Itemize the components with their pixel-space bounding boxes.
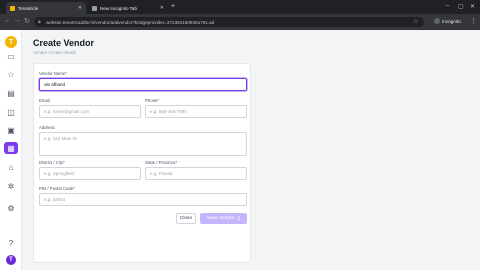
incognito-label: Incognito	[442, 18, 461, 24]
phone-field[interactable]: e.g. 555-456-7890	[145, 105, 247, 118]
incognito-icon	[434, 18, 440, 24]
address-bar[interactable]: 🔒︎ website.tenantcaddle.hi/vendor/addven…	[34, 17, 424, 27]
state-field[interactable]: e.g. Florida	[145, 167, 247, 180]
phone-label: Phone*	[145, 98, 160, 103]
vendor-name-label: Vendor Name*	[39, 71, 67, 76]
network-icon[interactable]: ✲	[4, 180, 18, 192]
state-label: State / Province*	[145, 160, 178, 165]
briefcase-icon[interactable]: ▣	[4, 124, 18, 136]
close-icon[interactable]: ✕	[78, 5, 82, 11]
new-tab-icon[interactable]: +	[171, 3, 175, 10]
inbox-icon[interactable]: ▭	[4, 50, 18, 62]
help-icon[interactable]: ?	[4, 237, 18, 249]
message-icon[interactable]: ◫	[4, 106, 18, 118]
address-field[interactable]: e.g. 123 Main St	[39, 132, 247, 156]
sidebar: T ▭ ☆ ▤ ◫ ▣ ▦ ⌂ ✲ ⚙ ? T	[0, 30, 22, 270]
app-page: T ▭ ☆ ▤ ◫ ▣ ▦ ⌂ ✲ ⚙ ? T Create Vendor Ve…	[0, 30, 480, 270]
postal-label: PIN / Postal Code*	[39, 186, 75, 191]
tab-label: New Incognito Tab	[100, 5, 137, 11]
vendor-name-input[interactable]: ole afhand	[39, 78, 247, 91]
incognito-badge[interactable]: Incognito	[434, 18, 461, 24]
close-icon[interactable]: ✕	[160, 5, 164, 11]
back-icon[interactable]: ←	[4, 17, 11, 24]
tab-favicon-icon	[10, 5, 15, 11]
tab-active[interactable]: Tenanticle ✕	[6, 2, 86, 14]
email-label: Email	[39, 98, 50, 103]
maximize-icon[interactable]: ▢	[458, 3, 464, 10]
save-icon: ▯	[237, 215, 241, 222]
city-label: District / City*	[39, 160, 65, 165]
document-icon[interactable]: ▤	[4, 87, 18, 99]
tab-incognito[interactable]: New Incognito Tab ✕	[88, 2, 168, 14]
tab-strip: Tenanticle ✕ New Incognito Tab ✕ + – ▢ ✕	[0, 0, 480, 14]
lock-icon: 🔒︎	[38, 19, 41, 25]
tab-label: Tenanticle	[18, 5, 39, 11]
menu-icon[interactable]: ⋮	[470, 17, 477, 25]
minimize-icon[interactable]: –	[446, 3, 449, 9]
address-label: Address	[39, 125, 55, 130]
browser-toolbar: ← → ↻ 🔒︎ website.tenantcaddle.hi/vendor/…	[0, 14, 480, 30]
save-vendor-label: Save Vendor	[206, 216, 235, 221]
app-logo[interactable]: T	[5, 36, 17, 48]
window-close-icon[interactable]: ✕	[470, 3, 475, 10]
avatar[interactable]: T	[6, 255, 16, 265]
save-vendor-button[interactable]: Save Vendor ▯	[200, 213, 247, 224]
reload-icon[interactable]: ↻	[24, 17, 30, 25]
postal-field[interactable]: e.g. 32504	[39, 193, 247, 206]
page-title: Create Vendor	[33, 38, 95, 48]
bookmark-star-icon[interactable]: ☆	[413, 18, 418, 25]
tab-favicon-icon	[92, 5, 97, 11]
city-field[interactable]: e.g. Springfield	[39, 167, 141, 180]
vendor-form-card: Vendor Name* ole afhand Email e.g. name@…	[33, 63, 251, 263]
email-field[interactable]: e.g. name@gmail.com	[39, 105, 141, 118]
close-button[interactable]: Close	[176, 213, 196, 224]
url-text: website.tenantcaddle.hi/vendor/addvendor…	[46, 19, 215, 25]
settings-icon[interactable]: ⚙	[4, 202, 18, 214]
browser-window: Tenanticle ✕ New Incognito Tab ✕ + – ▢ ✕…	[0, 0, 480, 270]
forward-icon[interactable]: →	[14, 17, 21, 24]
vendor-icon[interactable]: ▦	[4, 142, 18, 154]
star-icon[interactable]: ☆	[4, 68, 18, 80]
page-subtitle: Vendor Create details	[33, 50, 77, 55]
lock-icon[interactable]: ⌂	[4, 161, 18, 173]
